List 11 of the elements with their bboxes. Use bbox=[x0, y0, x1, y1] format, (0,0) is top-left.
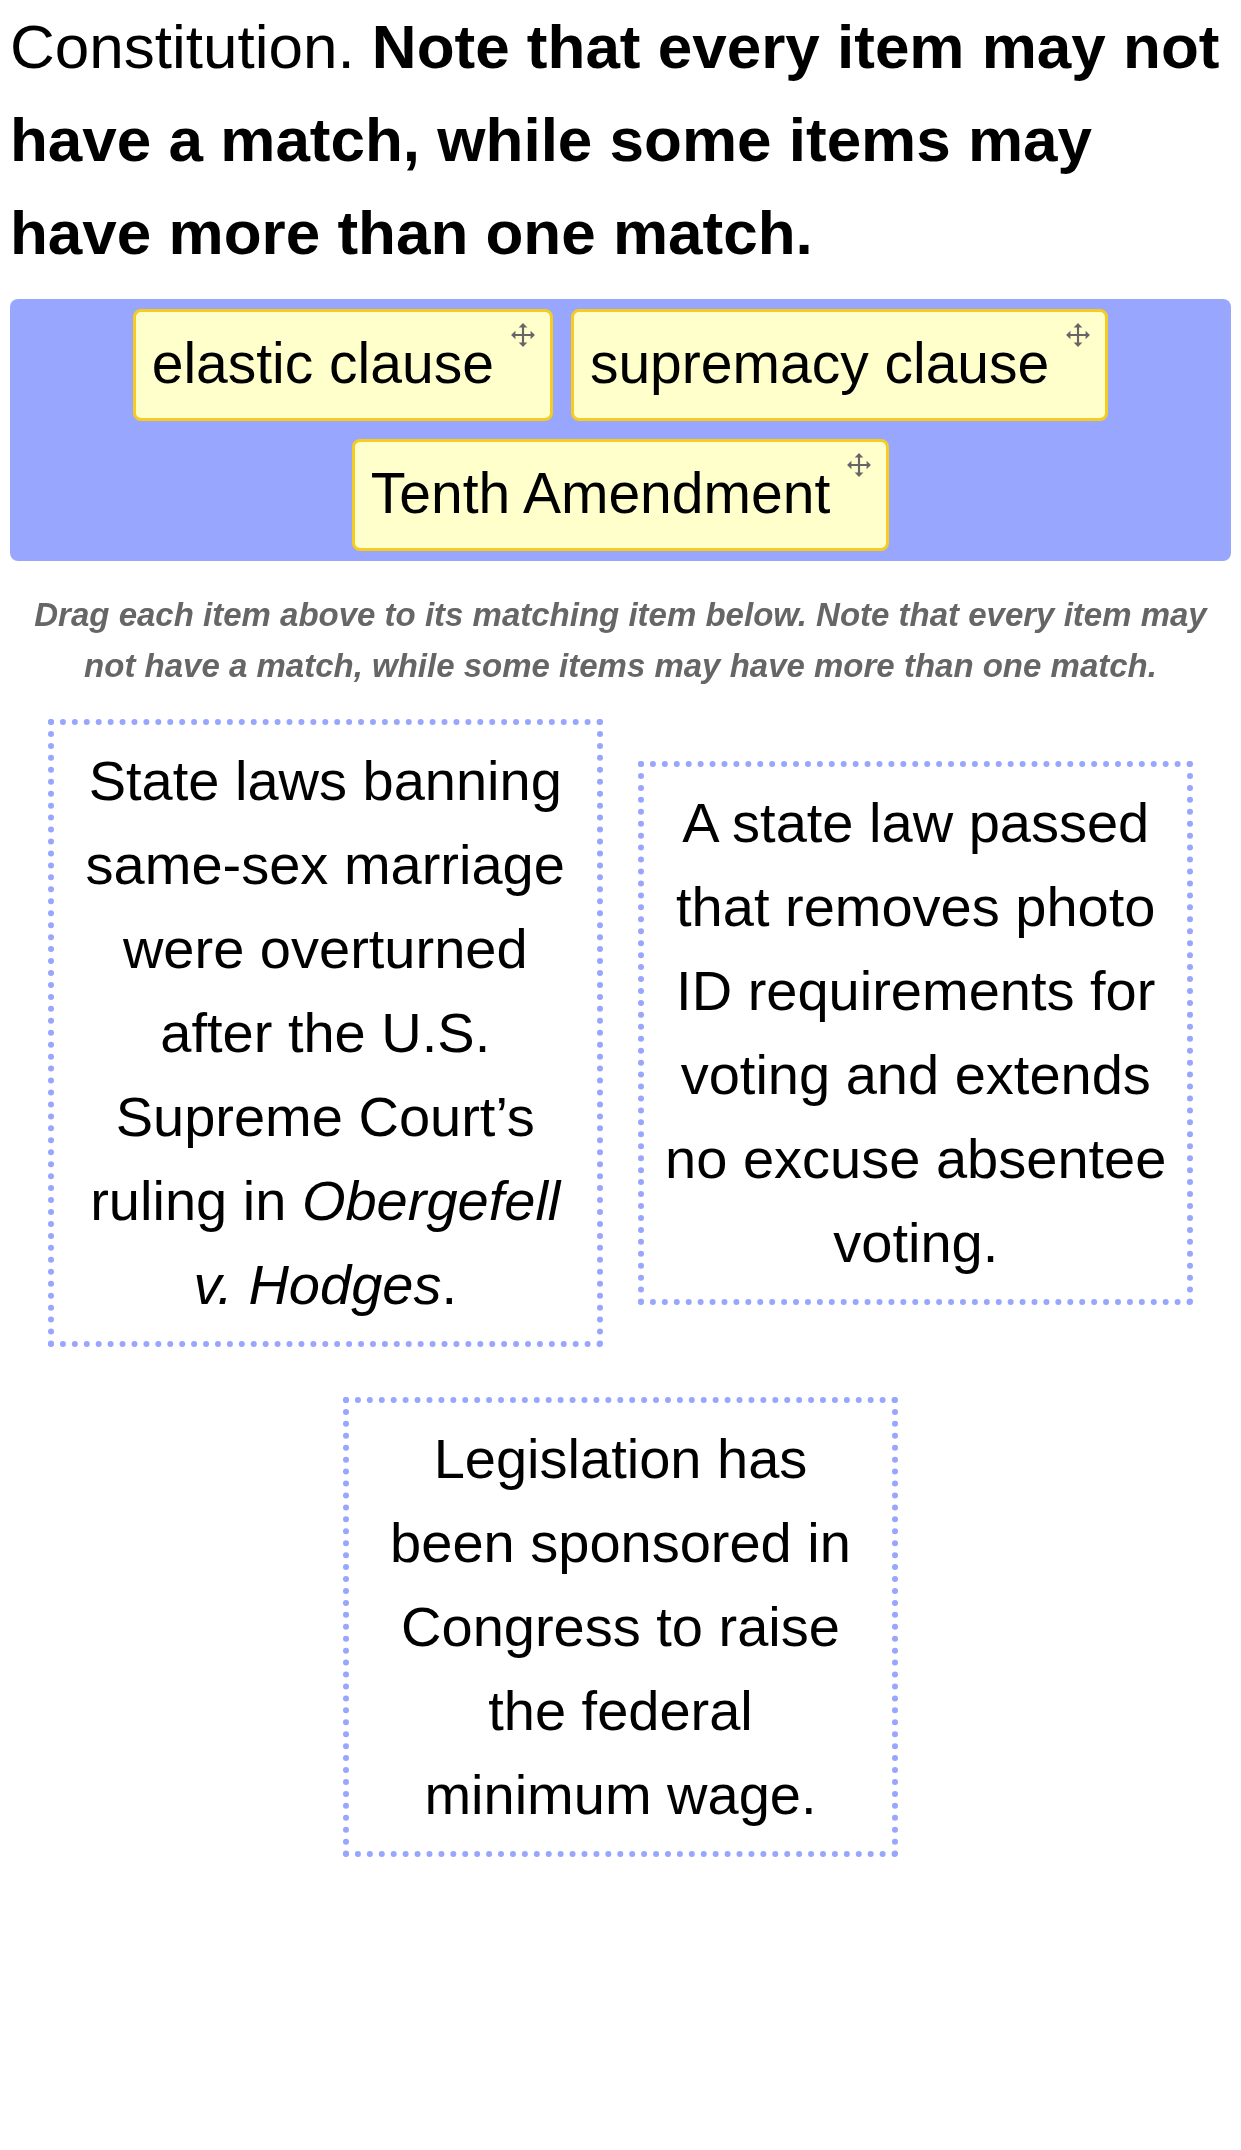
drop-target[interactable]: State laws banning same-sex marriage were overturned after the U.S. Supreme Court’s ruling in Obergefell v. Hodges. bbox=[47, 719, 603, 1348]
move-icon bbox=[509, 322, 536, 348]
drag-item[interactable]: Tenth Amendment bbox=[351, 439, 890, 552]
move-icon bbox=[846, 452, 873, 479]
drag-item[interactable]: supremacy clause bbox=[570, 309, 1109, 422]
drag-item[interactable]: elastic clause bbox=[132, 309, 553, 422]
move-icon bbox=[1065, 322, 1092, 348]
question-text: Constitution. Note that every item may not have a match, while some items may have more than one match. bbox=[10, 11, 1221, 269]
drop-target[interactable]: A state law passed that removes photo ID requirements for voting and extends no excuse absentee voting. bbox=[638, 761, 1194, 1306]
instructions-text: Drag each item above to its matching item below. Note that every item may not have a match, while some items may have more than one match. bbox=[33, 595, 1209, 687]
drop-target[interactable]: Legislation has been sponsored in Congress to raise the federal minimum wage. bbox=[343, 1397, 898, 1858]
